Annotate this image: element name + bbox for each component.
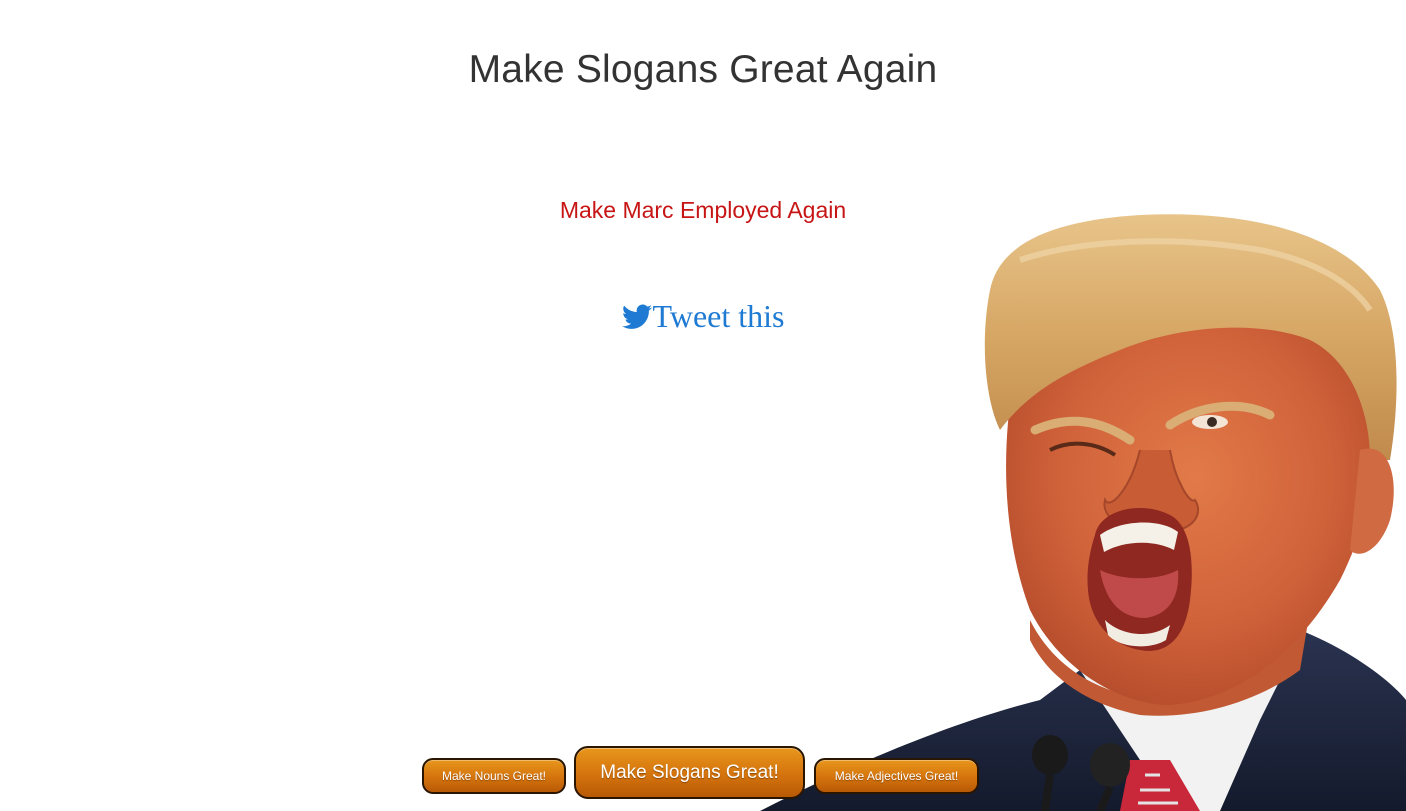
button-bar: Make Nouns Great! Make Slogans Great! Ma… — [0, 746, 1406, 806]
shouting-man-photo — [760, 214, 1406, 811]
make-nouns-great-button[interactable]: Make Nouns Great! — [422, 758, 566, 794]
page-title: Make Slogans Great Again — [468, 48, 938, 91]
make-adjectives-great-button[interactable]: Make Adjectives Great! — [814, 758, 979, 794]
make-slogans-great-button[interactable]: Make Slogans Great! — [574, 746, 805, 799]
twitter-bird-icon — [621, 304, 652, 329]
